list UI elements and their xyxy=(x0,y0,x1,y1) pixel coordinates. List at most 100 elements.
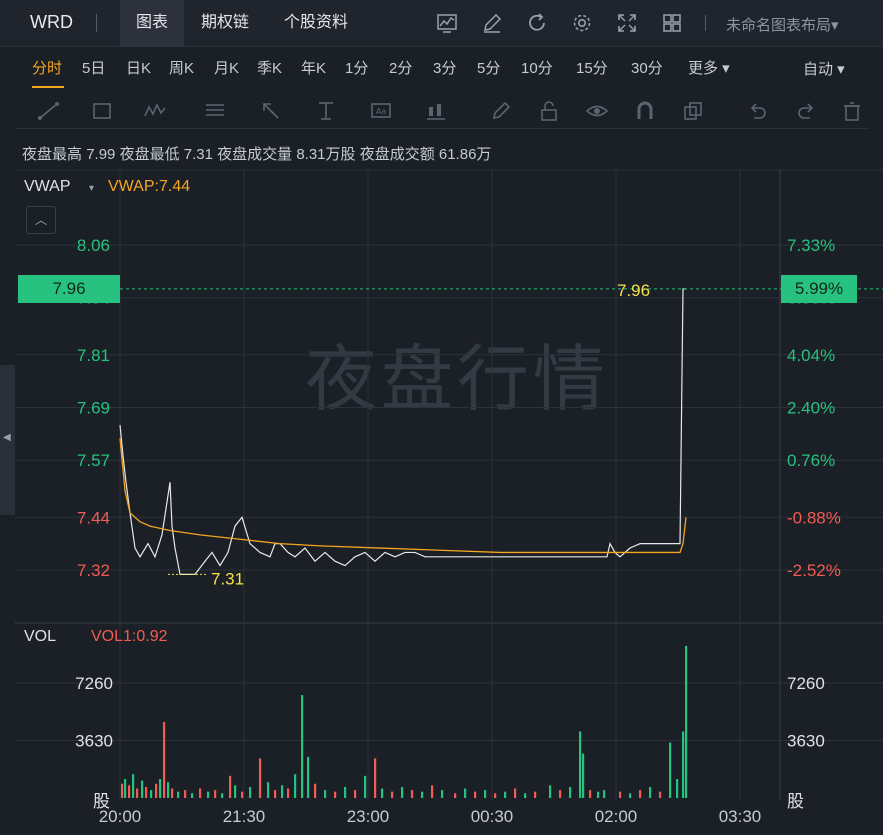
price-tick-label: 7.32 xyxy=(77,561,110,580)
volume-bar xyxy=(141,780,144,798)
chevron-down-icon[interactable]: ▾ xyxy=(89,183,94,194)
volume-bar xyxy=(354,790,357,798)
volume-bar xyxy=(259,758,262,798)
price-lines xyxy=(119,288,687,575)
high-annotation: 7.96 xyxy=(617,281,650,300)
volume-bar xyxy=(659,791,662,798)
time-tick-label: 21:30 xyxy=(223,807,266,826)
volume-bar xyxy=(649,786,652,798)
volume-tick-label: 3630 xyxy=(75,732,113,751)
volume-bar xyxy=(221,793,224,798)
time-tick-label: 20:00 xyxy=(99,807,142,826)
volume-bar xyxy=(421,791,424,798)
volume-bar xyxy=(669,742,672,798)
low-annotation: 7.31 xyxy=(211,569,244,588)
volume-bar xyxy=(177,791,180,798)
volume-bar xyxy=(582,753,585,798)
volume-bar xyxy=(682,731,685,798)
volume-bar xyxy=(324,790,327,798)
volume-bar xyxy=(241,791,244,798)
volume-bar xyxy=(374,758,377,798)
chart-grid xyxy=(15,169,883,800)
volume-indicator-name[interactable]: VOL xyxy=(24,628,56,646)
price-tick-label: 8.06 xyxy=(77,236,110,255)
current-percent-flag: 5.99% xyxy=(781,275,857,303)
volume-bar xyxy=(155,783,158,798)
volume-bar xyxy=(171,788,174,798)
volume-bar xyxy=(514,788,517,798)
volume-bar xyxy=(229,775,232,798)
volume-bar xyxy=(474,791,477,798)
chart-annotations: 7.96 7.31 xyxy=(120,281,883,588)
volume-bar xyxy=(214,790,217,798)
volume-bar xyxy=(234,785,237,798)
volume-bar xyxy=(364,775,367,798)
volume-bar xyxy=(629,793,632,798)
volume-bar xyxy=(381,788,384,798)
percent-tick-label: 0.76% xyxy=(787,451,835,470)
vwap-line xyxy=(119,438,687,554)
volume-bar xyxy=(549,785,552,798)
volume-value: VOL1:0.92 xyxy=(91,628,168,645)
volume-bar xyxy=(207,791,210,798)
time-axis: 20:00 21:30 23:00 00:30 02:00 03:30 xyxy=(99,807,762,826)
volume-bar xyxy=(167,782,170,798)
volume-bar xyxy=(301,695,304,798)
volume-bar xyxy=(191,793,194,798)
volume-bar xyxy=(569,786,572,798)
volume-bar xyxy=(145,786,148,798)
volume-bar xyxy=(411,790,414,798)
volume-axis: 7260 72603630 3630股股 xyxy=(75,674,825,812)
volume-bar xyxy=(464,788,467,798)
volume-bar xyxy=(249,786,252,798)
volume-bar xyxy=(287,788,290,798)
volume-bar xyxy=(281,785,284,798)
current-price-flag: 7.96 xyxy=(18,275,120,303)
volume-bar xyxy=(334,791,337,798)
indicator-name[interactable]: VWAP xyxy=(24,178,71,196)
price-line xyxy=(119,288,686,575)
collapse-icon[interactable]: ︿ xyxy=(26,206,56,234)
volume-bar xyxy=(132,774,135,798)
price-volume-chart[interactable]: 8.067.947.817.697.577.447.32 7.33%6.08%4… xyxy=(0,0,883,835)
volume-bar xyxy=(401,786,404,798)
time-tick-label: 23:00 xyxy=(347,807,390,826)
price-tick-label: 7.44 xyxy=(77,508,110,527)
volume-bar xyxy=(121,783,124,798)
time-tick-label: 03:30 xyxy=(719,807,762,826)
volume-unit-label: 股 xyxy=(787,792,804,812)
percent-tick-label: -2.52% xyxy=(787,561,841,580)
percent-tick-label: -0.88% xyxy=(787,508,841,527)
volume-bar xyxy=(150,790,153,798)
time-tick-label: 00:30 xyxy=(471,807,514,826)
price-tick-label: 7.57 xyxy=(77,451,110,470)
volume-bar xyxy=(494,793,497,798)
volume-bar xyxy=(344,786,347,798)
volume-bar xyxy=(454,793,457,798)
volume-bar xyxy=(163,721,166,798)
volume-bar xyxy=(199,788,202,798)
volume-bar xyxy=(294,774,297,798)
volume-bar xyxy=(391,791,394,798)
percent-tick-label: 2.40% xyxy=(787,399,835,418)
time-tick-label: 02:00 xyxy=(595,807,638,826)
volume-tick-label: 3630 xyxy=(787,732,825,751)
volume-bar xyxy=(597,791,600,798)
price-tick-label: 7.69 xyxy=(77,399,110,418)
volume-bar xyxy=(579,731,582,798)
volume-bar xyxy=(524,793,527,798)
volume-bar xyxy=(128,785,131,798)
volume-tick-label: 7260 xyxy=(75,674,113,693)
volume-bar xyxy=(639,790,642,798)
volume-bar xyxy=(676,778,679,798)
volume-bar xyxy=(534,791,537,798)
volume-bar xyxy=(136,788,139,798)
vwap-value: VWAP:7.44 xyxy=(108,178,191,195)
volume-bar xyxy=(267,782,270,798)
volume-bar xyxy=(314,783,317,798)
volume-bar xyxy=(603,790,606,798)
percent-tick-label: 4.04% xyxy=(787,346,835,365)
volume-bar xyxy=(559,790,562,798)
volume-bar xyxy=(685,645,688,798)
volume-bars xyxy=(121,645,688,798)
